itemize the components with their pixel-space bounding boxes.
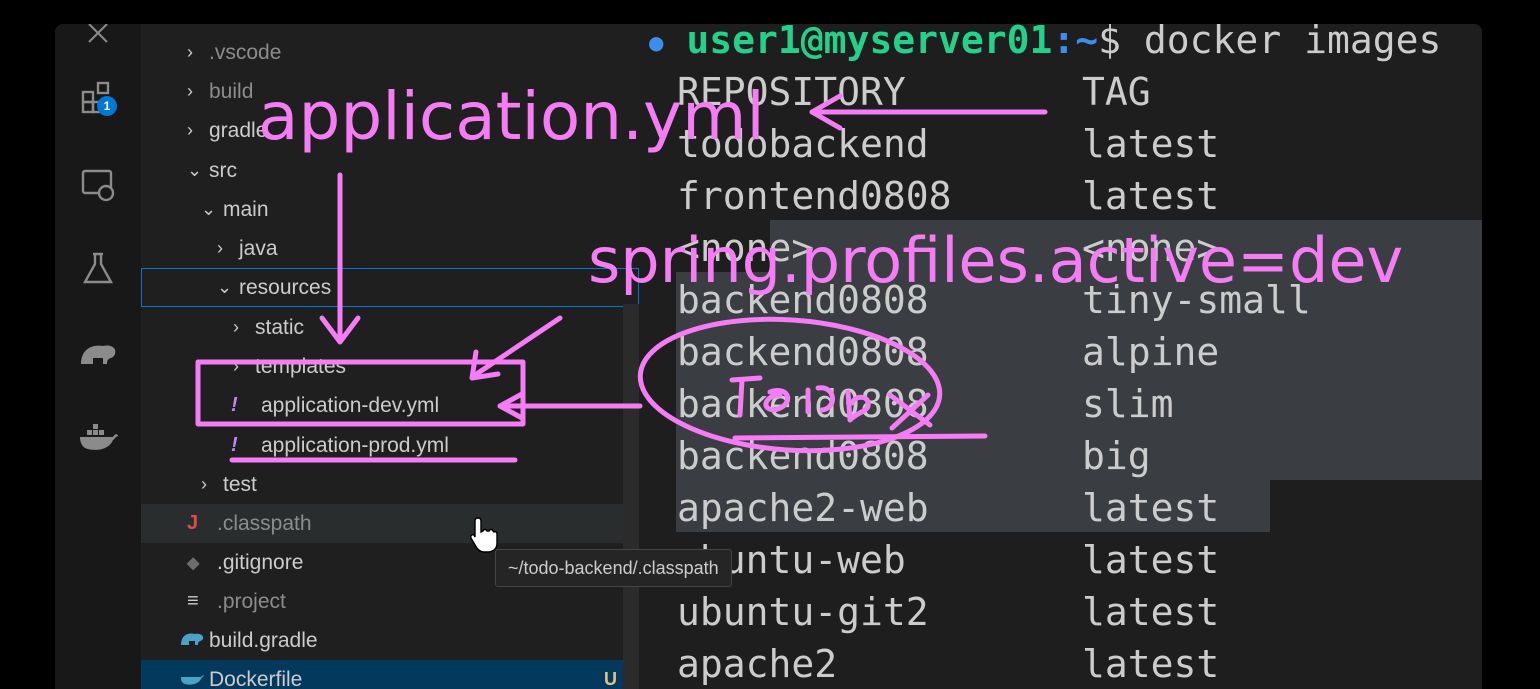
annotation-overlay [195,93,1048,463]
annotation-label-profile: spring.profiles.active=dev [588,224,1404,297]
annotation-label-application-yml: application.yml [258,78,765,155]
